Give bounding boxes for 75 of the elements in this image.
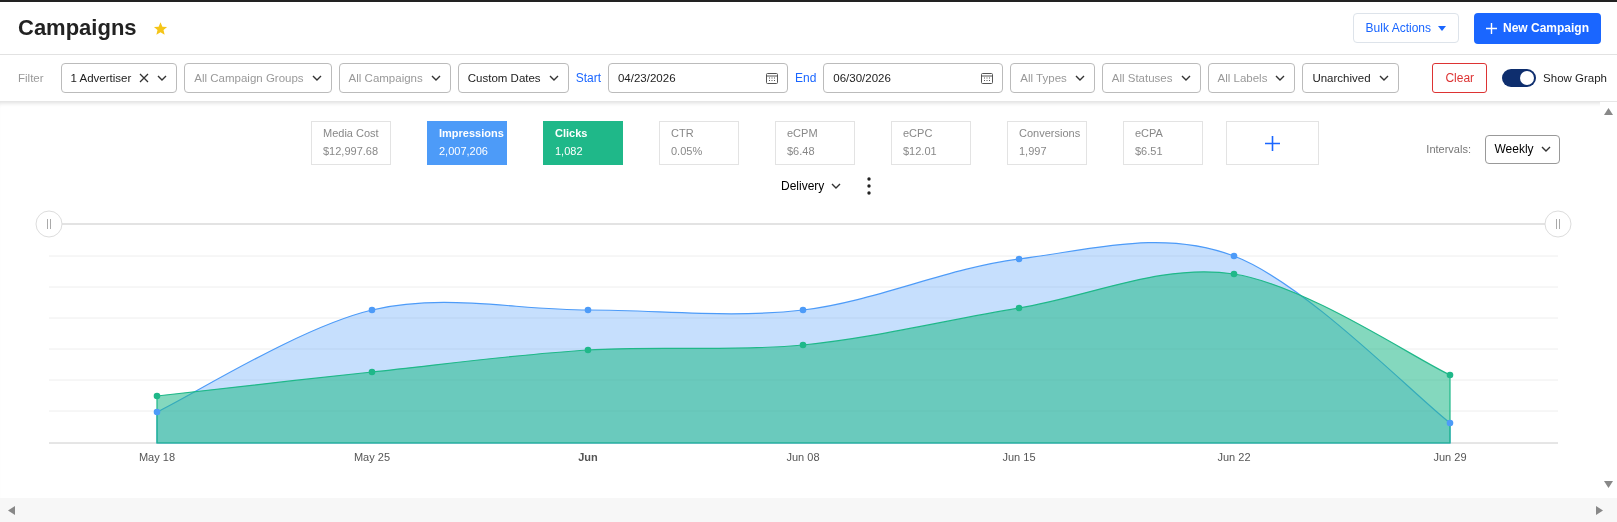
scroll-down-icon[interactable] bbox=[1604, 481, 1613, 488]
star-icon[interactable] bbox=[152, 20, 168, 36]
axis-label: Jun bbox=[578, 451, 598, 463]
chevron-icon bbox=[430, 75, 441, 81]
calendar-icon[interactable] bbox=[765, 72, 778, 84]
data-point bbox=[1230, 252, 1238, 260]
view-dropdown[interactable]: Delivery bbox=[781, 179, 842, 193]
date-field[interactable]: 04/23/2026 bbox=[607, 63, 788, 93]
new-campaign-button[interactable]: New Campaign bbox=[1474, 12, 1601, 44]
axis-label: May 25 bbox=[353, 451, 391, 463]
chevron-icon bbox=[1180, 75, 1191, 81]
data-point bbox=[799, 341, 807, 349]
clear-button[interactable]: Clear bbox=[1432, 63, 1488, 93]
axis-label: Jun 15 bbox=[1002, 451, 1036, 463]
chevron-icon bbox=[1275, 75, 1286, 81]
toggle-label: Show Graph bbox=[1543, 72, 1607, 84]
metric-tile[interactable]: eCPC $12.01 bbox=[891, 121, 971, 165]
axis-label: Jun 22 bbox=[1217, 451, 1251, 463]
data-point bbox=[1015, 255, 1023, 263]
metric-tile[interactable]: Media Cost $12,997.68 bbox=[311, 121, 391, 165]
dropdown[interactable]: Unarchived bbox=[1302, 63, 1399, 93]
bulk-actions-button[interactable]: Bulk Actions bbox=[1352, 13, 1459, 43]
data-point bbox=[799, 306, 807, 314]
page-title: Campaigns bbox=[18, 15, 137, 41]
dropdown[interactable]: All Campaign Groups bbox=[184, 63, 332, 93]
data-point bbox=[153, 408, 161, 416]
plus-icon bbox=[1265, 135, 1280, 151]
chevron-icon bbox=[1540, 146, 1551, 152]
metric-tile[interactable]: Clicks 1,082 bbox=[543, 121, 623, 165]
more-icon[interactable] bbox=[867, 177, 872, 195]
intervals-dropdown[interactable]: Weekly bbox=[1485, 134, 1560, 164]
dropdown[interactable]: 1 Advertiser bbox=[60, 63, 178, 93]
dropdown[interactable]: All Types bbox=[1010, 63, 1095, 93]
data-point bbox=[1230, 270, 1238, 278]
range-slider[interactable] bbox=[35, 210, 1572, 238]
data-point bbox=[368, 368, 376, 376]
axis-label: Jun 29 bbox=[1433, 451, 1467, 463]
filter-label: Filter bbox=[18, 72, 44, 84]
metric-tile[interactable]: CTR 0.05% bbox=[659, 121, 739, 165]
chevron-icon bbox=[311, 75, 322, 81]
date-label: End bbox=[794, 71, 817, 85]
metric-tile[interactable]: eCPA $6.51 bbox=[1123, 121, 1203, 165]
caret-icon bbox=[1438, 25, 1446, 31]
calendar-icon[interactable] bbox=[981, 72, 994, 84]
dropdown[interactable]: All Labels bbox=[1207, 63, 1296, 93]
dropdown[interactable]: All Statuses bbox=[1101, 63, 1201, 93]
scroll-left-icon[interactable] bbox=[8, 505, 15, 515]
dropdown[interactable]: All Campaigns bbox=[338, 63, 451, 93]
data-point bbox=[368, 306, 376, 314]
scroll-up-icon[interactable] bbox=[1604, 108, 1613, 115]
data-point bbox=[1446, 371, 1454, 379]
plus-icon bbox=[1486, 22, 1497, 34]
metric-tile[interactable]: Conversions 1,997 bbox=[1007, 121, 1087, 165]
chevron-icon bbox=[1378, 75, 1389, 81]
data-point bbox=[584, 306, 592, 314]
date-label: Start bbox=[575, 71, 601, 85]
date-field[interactable]: 06/30/2026 bbox=[823, 63, 1004, 93]
dropdown[interactable]: Custom Dates bbox=[457, 63, 569, 93]
axis-label: Jun 08 bbox=[786, 451, 820, 463]
metric-tile[interactable]: Impressions 2,007,206 bbox=[427, 121, 507, 165]
data-point bbox=[1446, 419, 1454, 427]
data-point bbox=[153, 392, 161, 400]
metric-tile[interactable]: eCPM $6.48 bbox=[775, 121, 855, 165]
data-point bbox=[1015, 304, 1023, 312]
toggle-switch[interactable] bbox=[1502, 69, 1537, 87]
axis-label: May 18 bbox=[138, 451, 176, 463]
intervals-label: Intervals: bbox=[1426, 143, 1471, 155]
chevron-icon bbox=[1074, 75, 1085, 81]
scroll-right-icon[interactable] bbox=[1596, 505, 1603, 515]
horizontal-scrollbar[interactable] bbox=[0, 498, 1617, 522]
chevron-icon bbox=[157, 75, 168, 81]
chevron-icon bbox=[548, 75, 559, 81]
chevron-icon bbox=[831, 183, 842, 189]
clear-icon[interactable] bbox=[139, 73, 150, 83]
data-point bbox=[584, 346, 592, 354]
